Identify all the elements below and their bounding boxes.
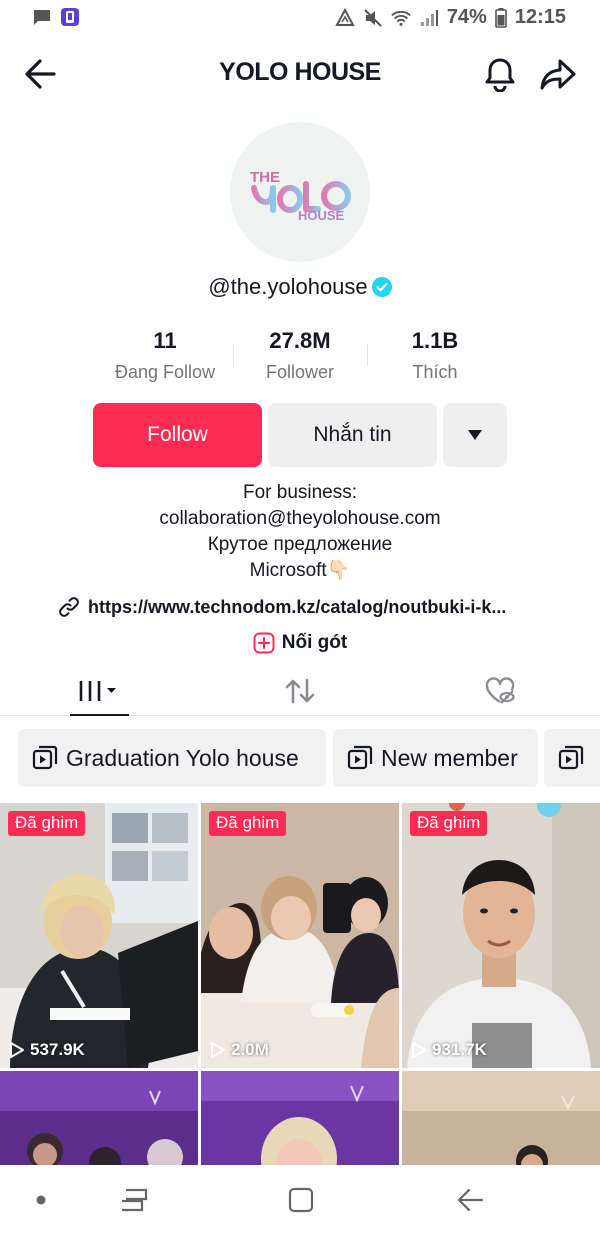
view-count: 931.7K [411,1040,487,1060]
signal-icon [420,9,438,26]
play-outline-icon [10,1042,24,1058]
profile-header: YOLO HOUSE [0,44,600,104]
thumbnail-image [0,803,198,1068]
playlist-label: New member [381,744,518,771]
thumbnail-image [0,1071,198,1165]
bio-link[interactable]: https://www.technodom.kz/catalog/noutbuk… [58,594,506,620]
thumbnail-image [402,1071,600,1165]
username-row: @the.yolohouse [0,274,600,300]
view-count-value: 537.9K [30,1040,85,1059]
playlist-icon [558,745,584,770]
back-arrow-icon [457,1188,484,1212]
yolo-house-logo: THE HOUSE [250,169,351,223]
video-thumbnail[interactable] [402,1071,600,1165]
likes-label: Thích [412,362,458,382]
playlist-icon [347,745,373,770]
mute-icon [364,8,382,27]
play-outline-icon [412,1042,426,1058]
thumbnail-image [201,1071,399,1165]
nav-dot-button[interactable] [30,1185,52,1215]
grid-columns-icon [79,681,116,701]
view-count-value: 931.7K [432,1040,487,1059]
home-square-icon [288,1187,314,1213]
video-thumbnail[interactable]: Đã ghim 537.9K [0,803,198,1068]
recent-apps-icon [122,1188,148,1212]
caret-down-icon [468,430,482,440]
video-thumbnail[interactable]: Đã ghim 931.7K [402,803,600,1068]
notifications-button[interactable] [482,56,518,93]
thumbnail-image [402,803,600,1068]
bio-link-text: https://www.technodom.kz/catalog/noutbuk… [88,596,507,617]
followers-stat[interactable]: 27.8M Follower [230,328,370,383]
plus-square-icon [253,632,275,654]
home-button[interactable] [285,1185,317,1215]
bio-line: Крутое предложение [207,534,393,555]
tab-liked[interactable] [470,668,530,714]
following-label: Đang Follow [114,362,216,382]
thumbnail-image [201,803,399,1068]
message-notification-icon [34,10,50,25]
view-count: 2.0M [210,1040,269,1060]
verified-badge-icon [371,277,392,297]
video-thumbnail[interactable] [201,1071,399,1165]
bell-icon [485,58,515,93]
playlist-label: Graduation Yolo house [66,744,299,771]
app-notification-icon [61,8,79,26]
username: @the.yolohouse [208,274,368,299]
content-tabs [0,668,600,716]
collab-button[interactable]: Nối gót [0,630,600,656]
share-arrow-icon [540,59,576,90]
view-count-value: 2.0M [231,1040,269,1059]
video-grid: Đã ghim 537.9K Đã ghim 2.0M Đã ghim 931.… [0,803,600,1165]
play-outline-icon [211,1042,225,1058]
status-bar: 74% 12:15 [0,0,600,36]
bio-line: For business: [242,482,358,503]
recent-apps-button[interactable] [118,1185,150,1215]
video-thumbnail[interactable]: Đã ghim 2.0M [201,803,399,1068]
collab-label: Nối gót [281,632,348,653]
share-button[interactable] [538,56,578,92]
message-button[interactable]: Nhắn tin [268,403,437,467]
tab-videos[interactable] [70,668,129,716]
pinned-badge: Đã ghim [209,811,287,836]
following-count: 11 [153,328,177,353]
playlist-chip[interactable] [544,729,600,787]
bio-line: Microsoft👇🏻 [249,560,351,581]
profile-bio: For business: collaboration@theyolohouse… [0,480,600,584]
dot-icon [36,1195,46,1205]
system-back-button[interactable] [454,1185,486,1215]
likes-stat[interactable]: 1.1B Thích [365,328,505,383]
profile-stats: 11 Đang Follow 27.8M Follower 1.1B Thích [95,328,505,388]
profile-avatar[interactable]: THE HOUSE [230,122,370,262]
tab-reposts[interactable] [270,668,330,714]
followers-count: 27.8M [269,328,331,353]
followers-label: Follower [265,362,335,382]
playlist-icon [32,745,58,770]
suggested-accounts-button[interactable] [443,403,507,467]
battery-level: 74% [446,6,487,28]
svg-text:HOUSE: HOUSE [298,208,345,223]
bio-line: collaboration@theyolohouse.com [159,508,441,529]
clock: 12:15 [514,6,566,28]
svg-text:THE: THE [250,169,280,186]
playlist-chip[interactable]: New member [333,729,538,787]
pinned-badge: Đã ghim [8,811,86,836]
pinned-badge: Đã ghim [410,811,488,836]
wifi-icon [391,10,411,26]
view-count: 537.9K [9,1040,85,1060]
video-thumbnail[interactable] [0,1071,198,1165]
data-saver-icon [335,7,355,26]
following-stat[interactable]: 11 Đang Follow [95,328,235,383]
repost-icon [285,678,315,704]
playlist-chip[interactable]: Graduation Yolo house [18,729,326,787]
link-icon [59,597,79,617]
likes-count: 1.1B [411,328,459,353]
heart-hidden-icon [485,677,515,704]
system-navigation-bar [0,1165,600,1233]
follow-button[interactable]: Follow [93,403,262,467]
playlist-chips: Graduation Yolo house New member [18,729,600,787]
battery-icon [495,7,507,28]
